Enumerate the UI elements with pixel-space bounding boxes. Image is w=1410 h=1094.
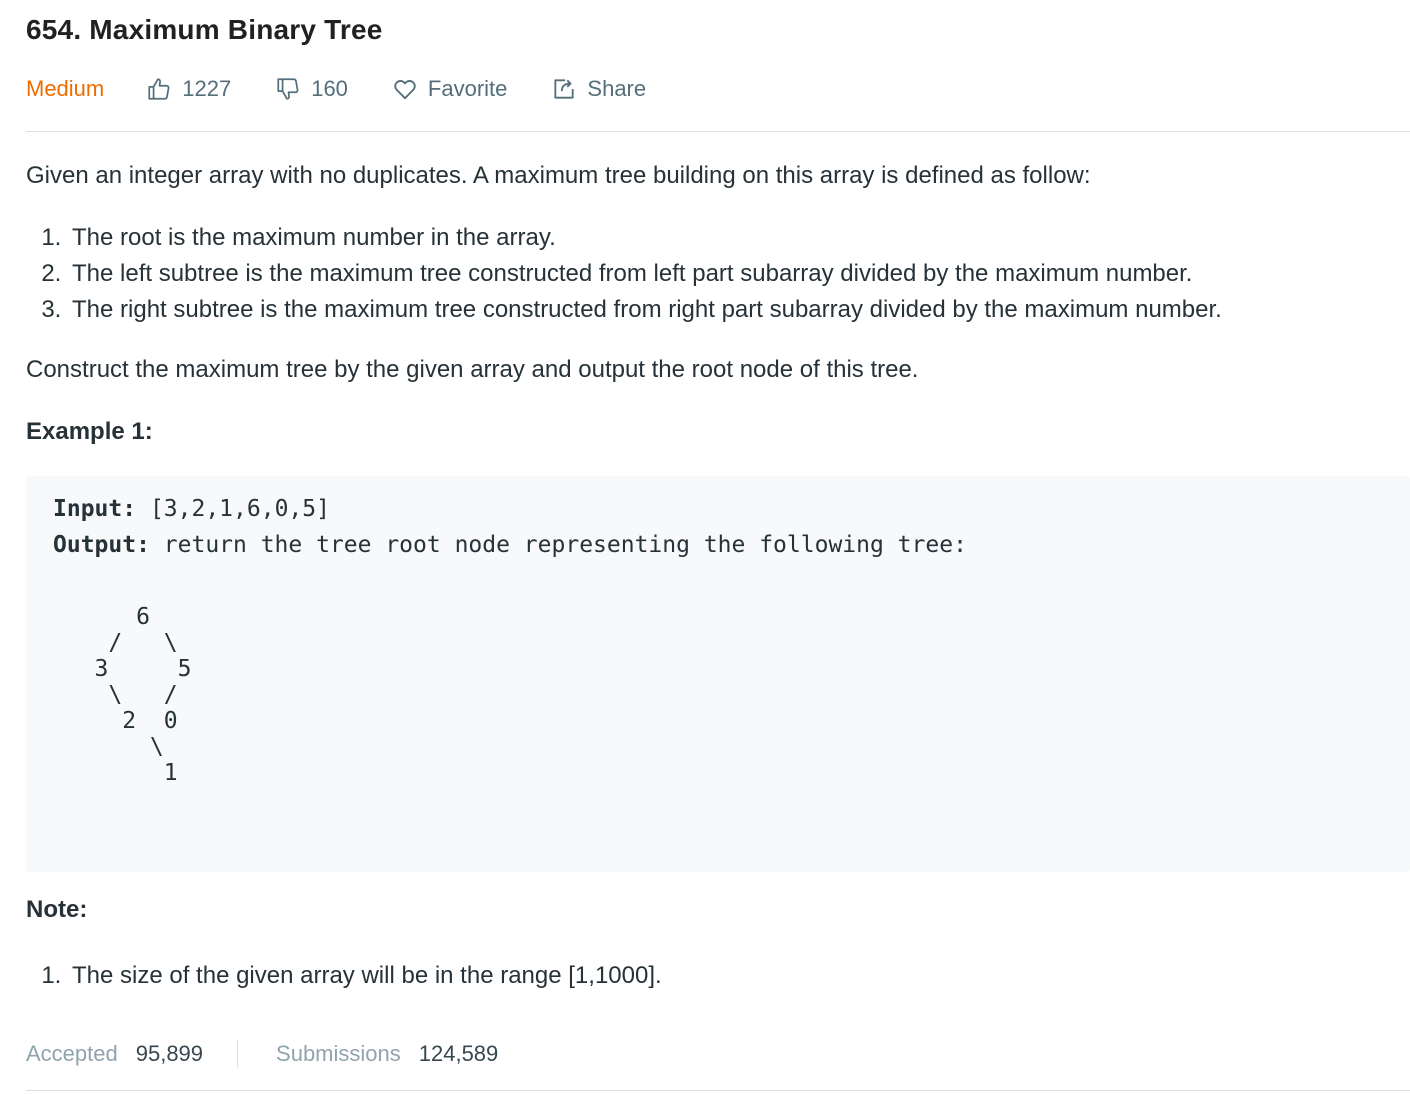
output-label: Output: bbox=[53, 532, 150, 558]
input-label: Input: bbox=[53, 496, 137, 522]
difficulty-badge: Medium bbox=[26, 76, 105, 101]
stats-divider bbox=[237, 1040, 239, 1068]
rules-list: The root is the maximum number in the ar… bbox=[26, 220, 1222, 328]
like-button[interactable]: 1227 bbox=[146, 76, 231, 102]
example-tree: 6 / \ 3 5 \ / 2 0 \ 1 bbox=[94, 604, 192, 786]
share-label: Share bbox=[587, 76, 647, 101]
submission-stats: Accepted 95,899 Submissions 124,589 bbox=[26, 1036, 498, 1072]
like-count: 1227 bbox=[182, 76, 232, 101]
note-title: Note: bbox=[26, 896, 88, 923]
favorite-button[interactable]: Favorite bbox=[392, 76, 507, 102]
share-button[interactable]: Share bbox=[551, 76, 646, 102]
problem-meta: Medium 1227 160 Favorite Share bbox=[26, 72, 690, 106]
note-list: The size of the given array will be in t… bbox=[26, 958, 662, 994]
dislike-button[interactable]: 160 bbox=[275, 76, 348, 102]
example-input-line: Input: [3,2,1,6,0,5] bbox=[53, 496, 330, 522]
description-task: Construct the maximum tree by the given … bbox=[26, 356, 919, 383]
thumbs-down-icon bbox=[277, 78, 299, 100]
submissions-value: 124,589 bbox=[418, 1041, 499, 1066]
example-code-block: Input: [3,2,1,6,0,5] Output: return the … bbox=[26, 476, 1410, 872]
list-item: The right subtree is the maximum tree co… bbox=[68, 292, 1222, 328]
heart-icon bbox=[394, 80, 416, 100]
accepted-value: 95,899 bbox=[135, 1041, 204, 1066]
thumbs-up-icon bbox=[148, 78, 170, 100]
example-title: Example 1: bbox=[26, 418, 153, 445]
dislike-count: 160 bbox=[311, 76, 348, 101]
description-intro: Given an integer array with no duplicate… bbox=[26, 162, 1091, 189]
favorite-label: Favorite bbox=[427, 76, 508, 101]
example-output-line: Output: return the tree root node repres… bbox=[53, 532, 967, 558]
list-item: The left subtree is the maximum tree con… bbox=[68, 256, 1222, 292]
output-value: return the tree root node representing t… bbox=[149, 532, 967, 558]
list-item: The root is the maximum number in the ar… bbox=[68, 220, 1222, 256]
header-divider bbox=[26, 131, 1410, 132]
accepted-label: Accepted bbox=[26, 1041, 118, 1066]
submissions-label: Submissions bbox=[276, 1041, 401, 1066]
list-item: The size of the given array will be in t… bbox=[68, 958, 662, 994]
problem-title: 654. Maximum Binary Tree bbox=[26, 14, 383, 45]
footer-divider bbox=[26, 1090, 1410, 1091]
share-icon bbox=[554, 79, 574, 99]
input-value: [3,2,1,6,0,5] bbox=[136, 496, 330, 522]
